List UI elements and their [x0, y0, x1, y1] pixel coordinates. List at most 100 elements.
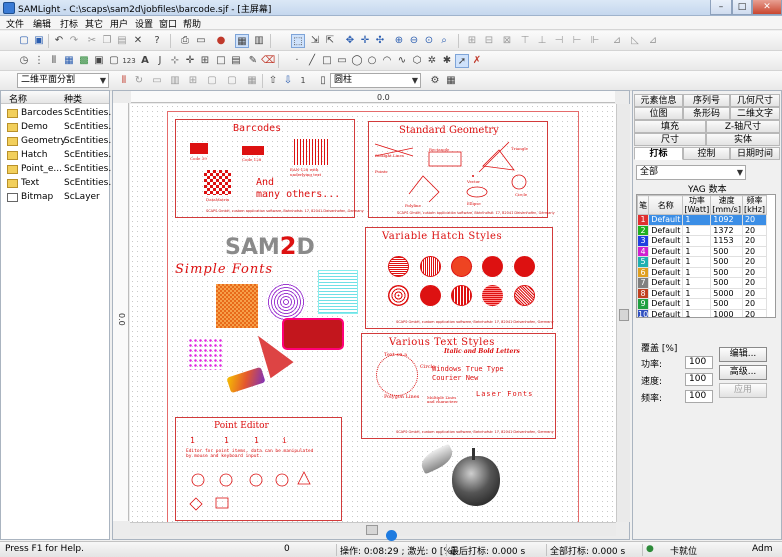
polygon-icon[interactable]: ⬡: [410, 54, 424, 68]
list-item[interactable]: Hatch ScEntities...: [1, 149, 117, 163]
barcodes-box[interactable]: Barcodes Code 39 Code 128 EAN-128 with u…: [175, 119, 364, 218]
table-row[interactable]: 1 Default 1 1092 20: [637, 214, 768, 226]
align-right-icon[interactable]: ⊠: [500, 34, 514, 48]
table-row[interactable]: 5 Default 1 500 20: [637, 256, 768, 268]
pan-icon[interactable]: ✣: [373, 34, 387, 48]
star-icon[interactable]: ✱: [440, 54, 454, 68]
list-item[interactable]: Point_e... ScEntities...: [1, 163, 117, 177]
arc-icon[interactable]: ◠: [380, 54, 394, 68]
circle-icon[interactable]: ○: [365, 54, 379, 68]
settings-gear-icon[interactable]: ⚙: [428, 74, 442, 88]
hatch-box[interactable]: Variable Hatch Styles SCAPS GmbH, custom…: [365, 227, 554, 329]
help-cursor-icon[interactable]: ?: [150, 34, 164, 48]
simple-fonts-text[interactable]: Simple Fonts: [175, 262, 273, 277]
undo-icon[interactable]: ↶: [52, 34, 66, 48]
pointer-icon[interactable]: ➚: [455, 54, 469, 68]
arrange-icon[interactable]: ▥: [168, 74, 182, 88]
table-row[interactable]: 4 Default 1 500 20: [637, 245, 768, 257]
shape-select[interactable]: 圆柱 ▼: [330, 73, 421, 88]
print-icon[interactable]: ⎙: [178, 34, 192, 48]
image-icon[interactable]: ▣: [92, 54, 106, 68]
text-arc-icon[interactable]: J: [153, 54, 167, 68]
apple-bitmap[interactable]: [416, 443, 506, 512]
table-row[interactable]: 8 Default 1 5000 20: [637, 287, 768, 299]
new-file-icon[interactable]: ▢: [17, 34, 31, 48]
text-styles-box[interactable]: Various Text Styles Text on a Circle Pol…: [361, 333, 556, 439]
laser-icon[interactable]: ▭: [194, 34, 208, 48]
gear-shape-icon[interactable]: ✲: [425, 54, 439, 68]
zoom-out-icon[interactable]: ⊖: [407, 34, 421, 48]
list-item[interactable]: Barcodes ScEntities...: [1, 107, 117, 121]
edit-button[interactable]: 编辑...: [719, 347, 767, 362]
zoom-fit-icon[interactable]: ⊙: [422, 34, 436, 48]
apply-button[interactable]: 应用: [719, 383, 767, 398]
col-name-header[interactable]: 名称: [9, 92, 27, 105]
list-item[interactable]: Demo ScEntities...: [1, 121, 117, 135]
menu-window[interactable]: 窗口: [159, 17, 177, 30]
list-item[interactable]: Text ScEntities...: [1, 177, 117, 191]
hscroll-thumb[interactable]: [366, 525, 378, 535]
tab-hatch[interactable]: 填充: [634, 120, 706, 133]
fit-icon[interactable]: ⊹: [168, 54, 182, 68]
tab-bitmap[interactable]: 位图: [634, 107, 683, 120]
distribute-h-icon[interactable]: ⊢: [570, 34, 584, 48]
cut-icon[interactable]: ✂: [85, 34, 99, 48]
barcode-tool-icon[interactable]: ⦀: [117, 74, 131, 88]
align-bottom-icon[interactable]: ⊣: [552, 34, 566, 48]
vertical-scrollbar[interactable]: [616, 104, 630, 522]
drawing-canvas[interactable]: Barcodes Code 39 Code 128 EAN-128 with u…: [130, 104, 616, 522]
grid-icon[interactable]: ▦: [62, 54, 76, 68]
ellipse-icon[interactable]: ◯: [350, 54, 364, 68]
zoom-in-icon[interactable]: ⊕: [392, 34, 406, 48]
rectangle-icon[interactable]: ▭: [335, 54, 349, 68]
move-icon[interactable]: ✥: [343, 34, 357, 48]
rect-icon[interactable]: □: [320, 54, 334, 68]
hatch-pattern-graphic[interactable]: [216, 284, 258, 328]
select-all-icon[interactable]: ⬚: [291, 34, 305, 48]
layer-icon[interactable]: ▭: [150, 74, 164, 88]
down-icon[interactable]: ⇩: [281, 74, 295, 88]
node-edit-icon[interactable]: ✗: [470, 54, 484, 68]
tab-datetime[interactable]: 日期时间: [730, 147, 780, 160]
cross-icon[interactable]: ✛: [183, 54, 197, 68]
power-input[interactable]: 100: [685, 356, 713, 369]
vscroll-thumb[interactable]: [619, 309, 629, 321]
menu-other[interactable]: 其它: [85, 17, 103, 30]
line-icon[interactable]: ╱: [305, 54, 319, 68]
matrix-icon[interactable]: ▩: [77, 54, 91, 68]
view-single-icon[interactable]: ▦: [235, 34, 249, 48]
tab-geometry-size[interactable]: 几何尺寸: [730, 94, 780, 107]
advanced-button[interactable]: 高级...: [719, 365, 767, 380]
import-icon[interactable]: ⇲: [308, 34, 322, 48]
menu-mark[interactable]: 打标: [60, 17, 78, 30]
mark-icon[interactable]: ●: [214, 34, 228, 48]
table-row[interactable]: 9 Default 1 500 20: [637, 298, 768, 310]
geometry-box[interactable]: Standard Geometry Straight Lines Rectang…: [368, 121, 555, 218]
eraser-icon[interactable]: ⌫: [261, 54, 275, 68]
copy-icon[interactable]: ❐: [100, 34, 114, 48]
maximize-button[interactable]: □: [732, 0, 752, 15]
grid2-icon[interactable]: ▦: [245, 74, 259, 88]
paste-icon[interactable]: ▤: [115, 34, 129, 48]
serial-icon[interactable]: 123: [122, 54, 136, 68]
table-row[interactable]: 6 Default 1 500 20: [637, 266, 768, 278]
sam2d-logo[interactable]: SAM2D: [225, 232, 315, 260]
zoom-window-icon[interactable]: ⌕: [437, 34, 451, 48]
list-item[interactable]: Bitmap ScLayer: [1, 191, 109, 205]
col-speed[interactable]: 速度 [mm/s]: [710, 195, 743, 215]
menu-edit[interactable]: 编辑: [33, 17, 51, 30]
rotate-icon[interactable]: ⊿: [646, 34, 660, 48]
freq-input[interactable]: 100: [685, 390, 713, 403]
tab-mark[interactable]: 打标: [634, 147, 683, 160]
table-icon[interactable]: ▦: [444, 74, 458, 88]
menu-user[interactable]: 用户: [110, 17, 128, 30]
view-split-icon[interactable]: ▥: [252, 34, 266, 48]
speed-input[interactable]: 100: [685, 373, 713, 386]
tab-element-info[interactable]: 元素信息: [634, 94, 683, 107]
col-type-header[interactable]: 种类: [64, 92, 82, 105]
refresh-icon[interactable]: ↻: [132, 74, 146, 88]
horizontal-scrollbar[interactable]: [130, 522, 616, 536]
pen-icon[interactable]: ✎: [246, 54, 260, 68]
col-pen[interactable]: 笔: [637, 195, 650, 215]
col-freq[interactable]: 频率 [kHz]: [741, 195, 768, 215]
